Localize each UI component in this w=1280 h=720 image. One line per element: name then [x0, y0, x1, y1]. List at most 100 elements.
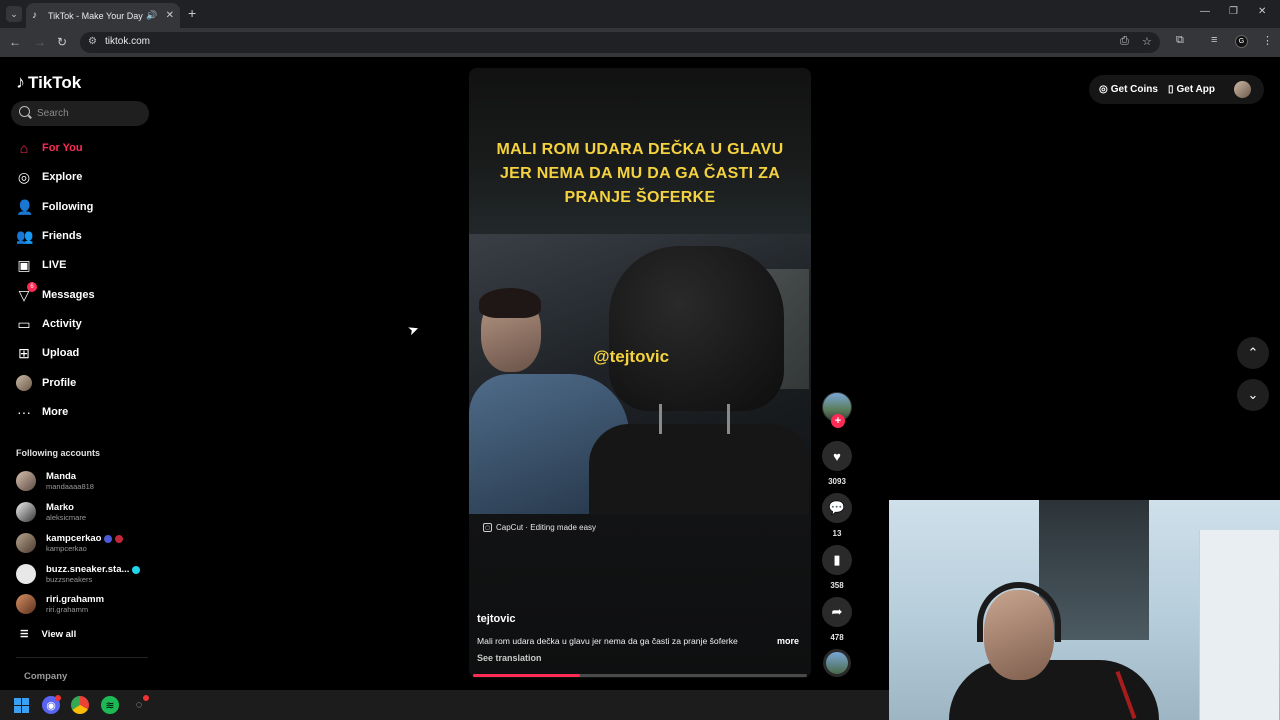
search-input[interactable]: Search: [11, 101, 149, 126]
company-link[interactable]: Company: [24, 671, 67, 682]
account-handle: riri.grahamm: [46, 605, 89, 614]
search-icon: [19, 106, 30, 117]
view-all-label: View all: [41, 629, 77, 640]
chevron-down-icon: ⌄: [1247, 387, 1259, 402]
home-icon: ⌂: [19, 140, 29, 156]
nav-label: More: [42, 406, 69, 418]
get-app-button[interactable]: ▯ Get App: [1168, 84, 1215, 95]
speaker-icon[interactable]: 🔊: [146, 10, 157, 21]
avatar: [16, 471, 36, 491]
nav-messages[interactable]: ▽ 6 Messages: [16, 282, 156, 306]
messages-badge: 6: [27, 282, 37, 292]
save-button[interactable]: ▮ 358: [821, 545, 853, 590]
coin-icon: ◎: [1099, 84, 1108, 95]
webcam-cabinet: [1199, 530, 1279, 720]
nav-label: Explore: [42, 171, 83, 183]
tiktok-logo[interactable]: ♪ TikTok: [16, 72, 81, 93]
nav-activity[interactable]: ▭ Activity: [16, 313, 156, 335]
notification-dot: [55, 695, 61, 701]
car-seat: [589, 424, 809, 514]
windows-start-icon[interactable]: [12, 696, 30, 714]
get-coins-label: Get Coins: [1110, 84, 1158, 95]
comment-button[interactable]: 💬 13: [821, 493, 853, 538]
nav-upload[interactable]: ⊞ Upload: [16, 342, 156, 364]
person-hair: [479, 288, 541, 318]
nav-friends[interactable]: 👥 Friends: [16, 225, 156, 247]
nav-label: For You: [42, 142, 83, 154]
new-tab-button[interactable]: +: [188, 5, 196, 21]
avatar: [16, 375, 32, 391]
browser-menu-icon[interactable]: ⋮: [1262, 34, 1273, 47]
close-window-icon[interactable]: ✕: [1258, 6, 1266, 17]
profile-avatar[interactable]: [1234, 81, 1251, 98]
windows-logo: [13, 697, 29, 713]
account-item[interactable]: riri.grahamm riri.grahamm: [16, 591, 156, 617]
bookmark-star-icon[interactable]: ☆: [1142, 35, 1152, 48]
video-progress-bar[interactable]: [473, 674, 807, 677]
next-video-button[interactable]: ⌄: [1237, 379, 1269, 411]
forward-icon[interactable]: →: [34, 35, 46, 49]
previous-video-button[interactable]: ⌃: [1237, 337, 1269, 369]
music-disc[interactable]: [823, 649, 851, 677]
tab-search-button[interactable]: ⌄: [6, 6, 22, 22]
get-app-label: Get App: [1176, 84, 1215, 95]
follow-button[interactable]: +: [831, 414, 845, 428]
nav-profile[interactable]: Profile: [16, 372, 156, 394]
browser-profile-avatar[interactable]: G: [1235, 35, 1248, 48]
account-name: kampcerkao: [46, 533, 102, 544]
capcut-icon: ▢: [483, 523, 492, 532]
browser-tab[interactable]: ♪ TikTok - Make Your Day 🔊 ✕: [26, 3, 180, 28]
see-translation-button[interactable]: See translation: [477, 653, 542, 663]
nav-explore[interactable]: ◎ Explore: [16, 166, 156, 188]
like-count: 3093: [828, 477, 846, 486]
more-button[interactable]: more: [777, 636, 799, 646]
account-item[interactable]: buzz.sneaker.sta... buzzsneakers: [16, 561, 156, 587]
spotify-icon[interactable]: ≋: [101, 696, 119, 714]
minimize-icon[interactable]: —: [1200, 6, 1210, 17]
notification-dot: [143, 695, 149, 701]
get-coins-button[interactable]: ◎ Get Coins: [1099, 84, 1158, 95]
following-accounts-title: Following accounts: [16, 448, 101, 458]
video-overlay-text: MALI ROM UDARA DEČKA U GLAVU JER NEMA DA…: [496, 141, 784, 206]
badge-icon: [115, 534, 124, 543]
install-app-icon[interactable]: ⎙: [1120, 35, 1129, 48]
site-info-icon[interactable]: ⚙: [88, 36, 97, 47]
nav-label: Upload: [42, 347, 80, 359]
restore-icon[interactable]: ❐: [1229, 6, 1238, 17]
account-item[interactable]: Marko aleksicmare: [16, 499, 156, 525]
account-name: Marko: [46, 502, 74, 513]
avatar: [16, 533, 36, 553]
nav-label: Following: [42, 201, 94, 213]
capcut-anchor[interactable]: ▢ CapCut · Editing made easy: [483, 523, 596, 532]
nav-label: Profile: [42, 377, 77, 389]
share-count: 478: [830, 633, 844, 642]
back-icon[interactable]: ←: [9, 35, 21, 49]
car-headrest: [609, 246, 784, 411]
comment-icon: 💬: [822, 493, 852, 523]
list-icon: ☰: [20, 629, 29, 640]
tiktok-favicon-icon: ♪: [32, 9, 37, 21]
more-icon: ···: [17, 404, 31, 420]
nav-for-you[interactable]: ⌂ For You: [16, 137, 156, 159]
tiktok-note-icon: ♪: [16, 72, 25, 92]
nav-following[interactable]: 👤 Following: [16, 196, 156, 218]
extensions-icon[interactable]: ⧉: [1176, 34, 1184, 47]
chrome-icon[interactable]: [71, 696, 89, 714]
media-control-icon[interactable]: ≡: [1211, 34, 1217, 46]
browser-tabbar: ⌄ ♪ TikTok - Make Your Day 🔊 ✕ + — ❐ ✕: [0, 0, 1280, 28]
verified-icon: [104, 534, 113, 543]
share-button[interactable]: ➦ 478: [821, 597, 853, 642]
video-author[interactable]: tejtovic: [477, 613, 516, 625]
view-all-button[interactable]: ☰ View all: [20, 629, 76, 640]
nav-live[interactable]: ▣ LIVE: [16, 254, 156, 276]
like-button[interactable]: ♥ 3093: [821, 441, 853, 486]
account-item[interactable]: Manda mandaaaa818: [16, 468, 156, 494]
verified-icon: [132, 565, 141, 574]
reload-icon[interactable]: ↻: [57, 35, 67, 49]
account-item[interactable]: kampcerkao kampcerkao: [16, 530, 156, 556]
video-player[interactable]: MALI ROM UDARA DEČKA U GLAVU JER NEMA DA…: [469, 68, 811, 678]
messages-icon: ▽ 6: [16, 282, 37, 303]
nav-more[interactable]: ··· More: [16, 401, 156, 423]
address-bar[interactable]: ⚙ tiktok.com ⎙ ☆: [80, 32, 1160, 53]
close-tab-icon[interactable]: ✕: [166, 10, 174, 21]
